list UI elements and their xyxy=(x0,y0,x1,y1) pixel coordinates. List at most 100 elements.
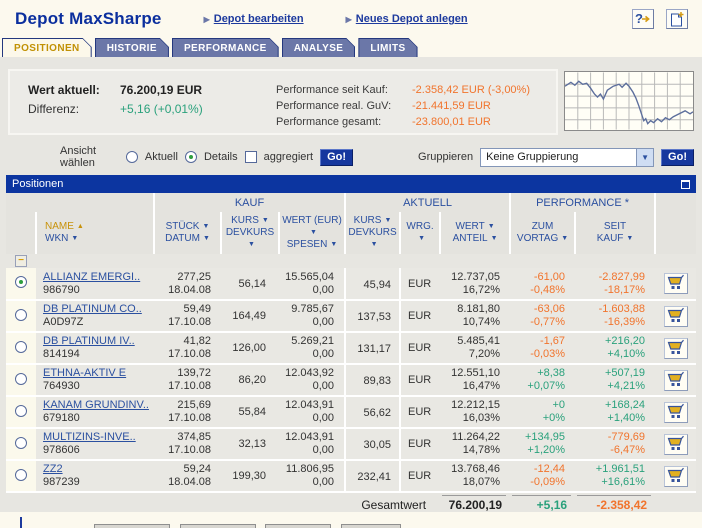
sort-down-icon[interactable]: ▼ xyxy=(561,235,568,242)
depot-app: Depot MaxSharpe ▶ Depot bearbeiten ▶ Neues… xyxy=(0,0,702,528)
cart-cell xyxy=(655,364,697,397)
new-depot-button[interactable] xyxy=(666,9,688,29)
position-radio[interactable] xyxy=(15,340,27,353)
tab-limits[interactable]: LIMITS xyxy=(358,38,417,57)
panel-window-icon[interactable] xyxy=(681,179,690,189)
cell-line: WRG. xyxy=(402,221,439,233)
positions-table: KAUF AKTUELL PERFORMANCE * NAME ▲ WKN ▼ STÜCK ▼ D… xyxy=(6,193,697,516)
sort-down-icon[interactable]: ▼ xyxy=(488,223,495,230)
cell-line: 5.269,21 xyxy=(291,335,335,347)
sort-down-icon[interactable]: ▼ xyxy=(202,223,209,230)
kauf-kurs-cell: 56,14 xyxy=(221,268,279,301)
position-name-link[interactable]: DB PLATINUM CO.. xyxy=(43,303,154,316)
position-name-link[interactable]: DB PLATINUM IV.. xyxy=(43,335,154,348)
tab-analyse[interactable]: ANALYSE xyxy=(282,38,356,57)
link-neues-depot-anlegen[interactable]: ▶ Neues Depot anlegen xyxy=(346,13,468,25)
aggregated-label: aggregiert xyxy=(263,151,314,163)
wrg-cell: EUR xyxy=(400,396,441,429)
order-cart-button[interactable] xyxy=(663,433,688,455)
chevron-down-icon[interactable]: ▼ xyxy=(636,148,654,166)
position-radio[interactable] xyxy=(15,276,27,288)
ansicht-label: Ansicht wählen xyxy=(60,145,97,169)
column-header-4[interactable]: WERT (EUR) ▼ SPESEN ▼ xyxy=(277,212,346,254)
order-cart-button[interactable] xyxy=(663,465,688,487)
column-header-6[interactable]: WRG. ▼ xyxy=(399,212,441,254)
footer-button-2[interactable] xyxy=(180,524,256,528)
help-button[interactable]: ? xyxy=(632,9,654,29)
column-header-label: SPESEN xyxy=(286,239,328,250)
tab-positionen[interactable]: POSITIONEN xyxy=(2,38,92,57)
footer-button-1[interactable] xyxy=(94,524,170,528)
wert-aktuell-value: 76.200,19 EUR xyxy=(120,83,203,97)
column-header-3[interactable]: KURS ▼ DEVKURS ▼ xyxy=(220,212,279,254)
sort-down-icon[interactable]: ▼ xyxy=(491,235,498,242)
stueck-datum-cell: 277,25 18.04.08 xyxy=(154,268,221,301)
position-radio[interactable] xyxy=(15,468,27,481)
position-radio[interactable] xyxy=(15,436,27,449)
name-cell: ETHNA-AKTIV E 764930 xyxy=(36,364,154,397)
sort-down-icon[interactable]: ▼ xyxy=(71,235,78,242)
wrg-cell: EUR xyxy=(400,300,441,333)
sort-down-icon[interactable]: ▼ xyxy=(384,217,391,224)
column-header-2[interactable]: STÜCK ▼ DATUM ▼ xyxy=(153,212,221,254)
link-depot-bearbeiten[interactable]: ▶ Depot bearbeiten xyxy=(204,13,304,25)
position-radio[interactable] xyxy=(15,372,27,385)
position-name-link[interactable]: ZZ2 xyxy=(43,463,154,476)
position-name-link[interactable]: ETHNA-AKTIV E xyxy=(43,367,154,380)
view-aktuell-label: Aktuell xyxy=(144,151,178,163)
column-header-5[interactable]: KURS ▼ DEVKURS ▼ xyxy=(344,212,401,254)
position-radio[interactable] xyxy=(15,308,27,321)
view-details-radio[interactable] xyxy=(184,151,197,163)
sort-down-icon[interactable]: ▼ xyxy=(203,235,210,242)
sort-down-icon[interactable]: ▼ xyxy=(248,241,255,248)
sort-down-icon[interactable]: ▼ xyxy=(371,241,378,248)
sort-down-icon[interactable]: ▼ xyxy=(418,235,425,242)
cart-icon xyxy=(667,403,684,418)
position-radio[interactable] xyxy=(15,404,27,417)
sort-down-icon[interactable]: ▼ xyxy=(310,229,317,236)
sort-down-icon[interactable]: ▼ xyxy=(626,235,633,242)
order-cart-button[interactable] xyxy=(663,369,688,391)
order-cart-button[interactable] xyxy=(663,401,688,423)
column-header-9[interactable]: SEIT KAUF ▼ xyxy=(574,212,656,254)
cell-line: +1,20% xyxy=(527,444,566,456)
cell-line: 12.043,91 xyxy=(285,431,335,443)
cell-line: 17.10.08 xyxy=(168,412,211,424)
radio-cell xyxy=(6,332,36,365)
tab-historie[interactable]: HISTORIE xyxy=(95,38,169,57)
cart-icon xyxy=(667,371,684,386)
wert-spesen-cell: 12.043,91 0,00 xyxy=(279,396,346,429)
order-cart-button[interactable] xyxy=(663,337,688,359)
position-row: ETHNA-AKTIV E 764930 139,72 17.10.08 86,20 12… xyxy=(6,364,697,397)
position-name-link[interactable]: KANAM GRUNDINV.. xyxy=(43,399,154,412)
sort-down-icon[interactable]: ▼ xyxy=(262,217,269,224)
column-header-7[interactable]: WERT ▼ ANTEIL ▼ xyxy=(439,212,511,254)
column-header-label: SEIT xyxy=(603,221,627,232)
cell-line: 17.10.08 xyxy=(168,380,211,392)
order-cart-button[interactable] xyxy=(663,305,688,327)
grouping-select[interactable]: Keine Gruppierung ▼ xyxy=(480,147,655,167)
stueck-datum-cell: 59,24 18.04.08 xyxy=(154,460,221,493)
positions-table-body: KAUF AKTUELL PERFORMANCE * NAME ▲ WKN ▼ STÜCK ▼ D… xyxy=(6,193,697,516)
seit-kauf-cell: -1.603,88 -16,39% xyxy=(575,300,656,333)
position-name-link[interactable]: MULTIZINS-INVE.. xyxy=(43,431,154,444)
aggregated-checkbox[interactable] xyxy=(244,151,257,163)
kauf-kurs-cell: 86,20 xyxy=(221,364,279,397)
view-details-label: Details xyxy=(203,151,238,163)
cell-line: 17.10.08 xyxy=(168,348,211,360)
view-go-button[interactable]: Go! xyxy=(320,148,354,166)
position-name-link[interactable]: ALLIANZ EMERGI.. xyxy=(43,271,154,284)
new-document-icon xyxy=(671,12,684,27)
column-header-1[interactable]: NAME ▲ WKN ▼ xyxy=(35,212,154,254)
collapse-group-button[interactable]: − xyxy=(15,255,27,267)
order-cart-button[interactable] xyxy=(663,273,688,294)
sort-down-icon[interactable]: ▼ xyxy=(330,241,337,248)
footer-button-4[interactable] xyxy=(341,524,401,528)
grouping-go-button[interactable]: Go! xyxy=(661,148,694,166)
column-header-8[interactable]: ZUM VORTAG ▼ xyxy=(509,212,576,254)
column-header-10 xyxy=(654,212,697,254)
tab-performance[interactable]: PERFORMANCE xyxy=(172,38,279,57)
view-aktuell-radio[interactable] xyxy=(125,151,138,163)
footer-button-3[interactable] xyxy=(265,524,331,528)
sort-up-icon[interactable]: ▲ xyxy=(77,223,84,230)
